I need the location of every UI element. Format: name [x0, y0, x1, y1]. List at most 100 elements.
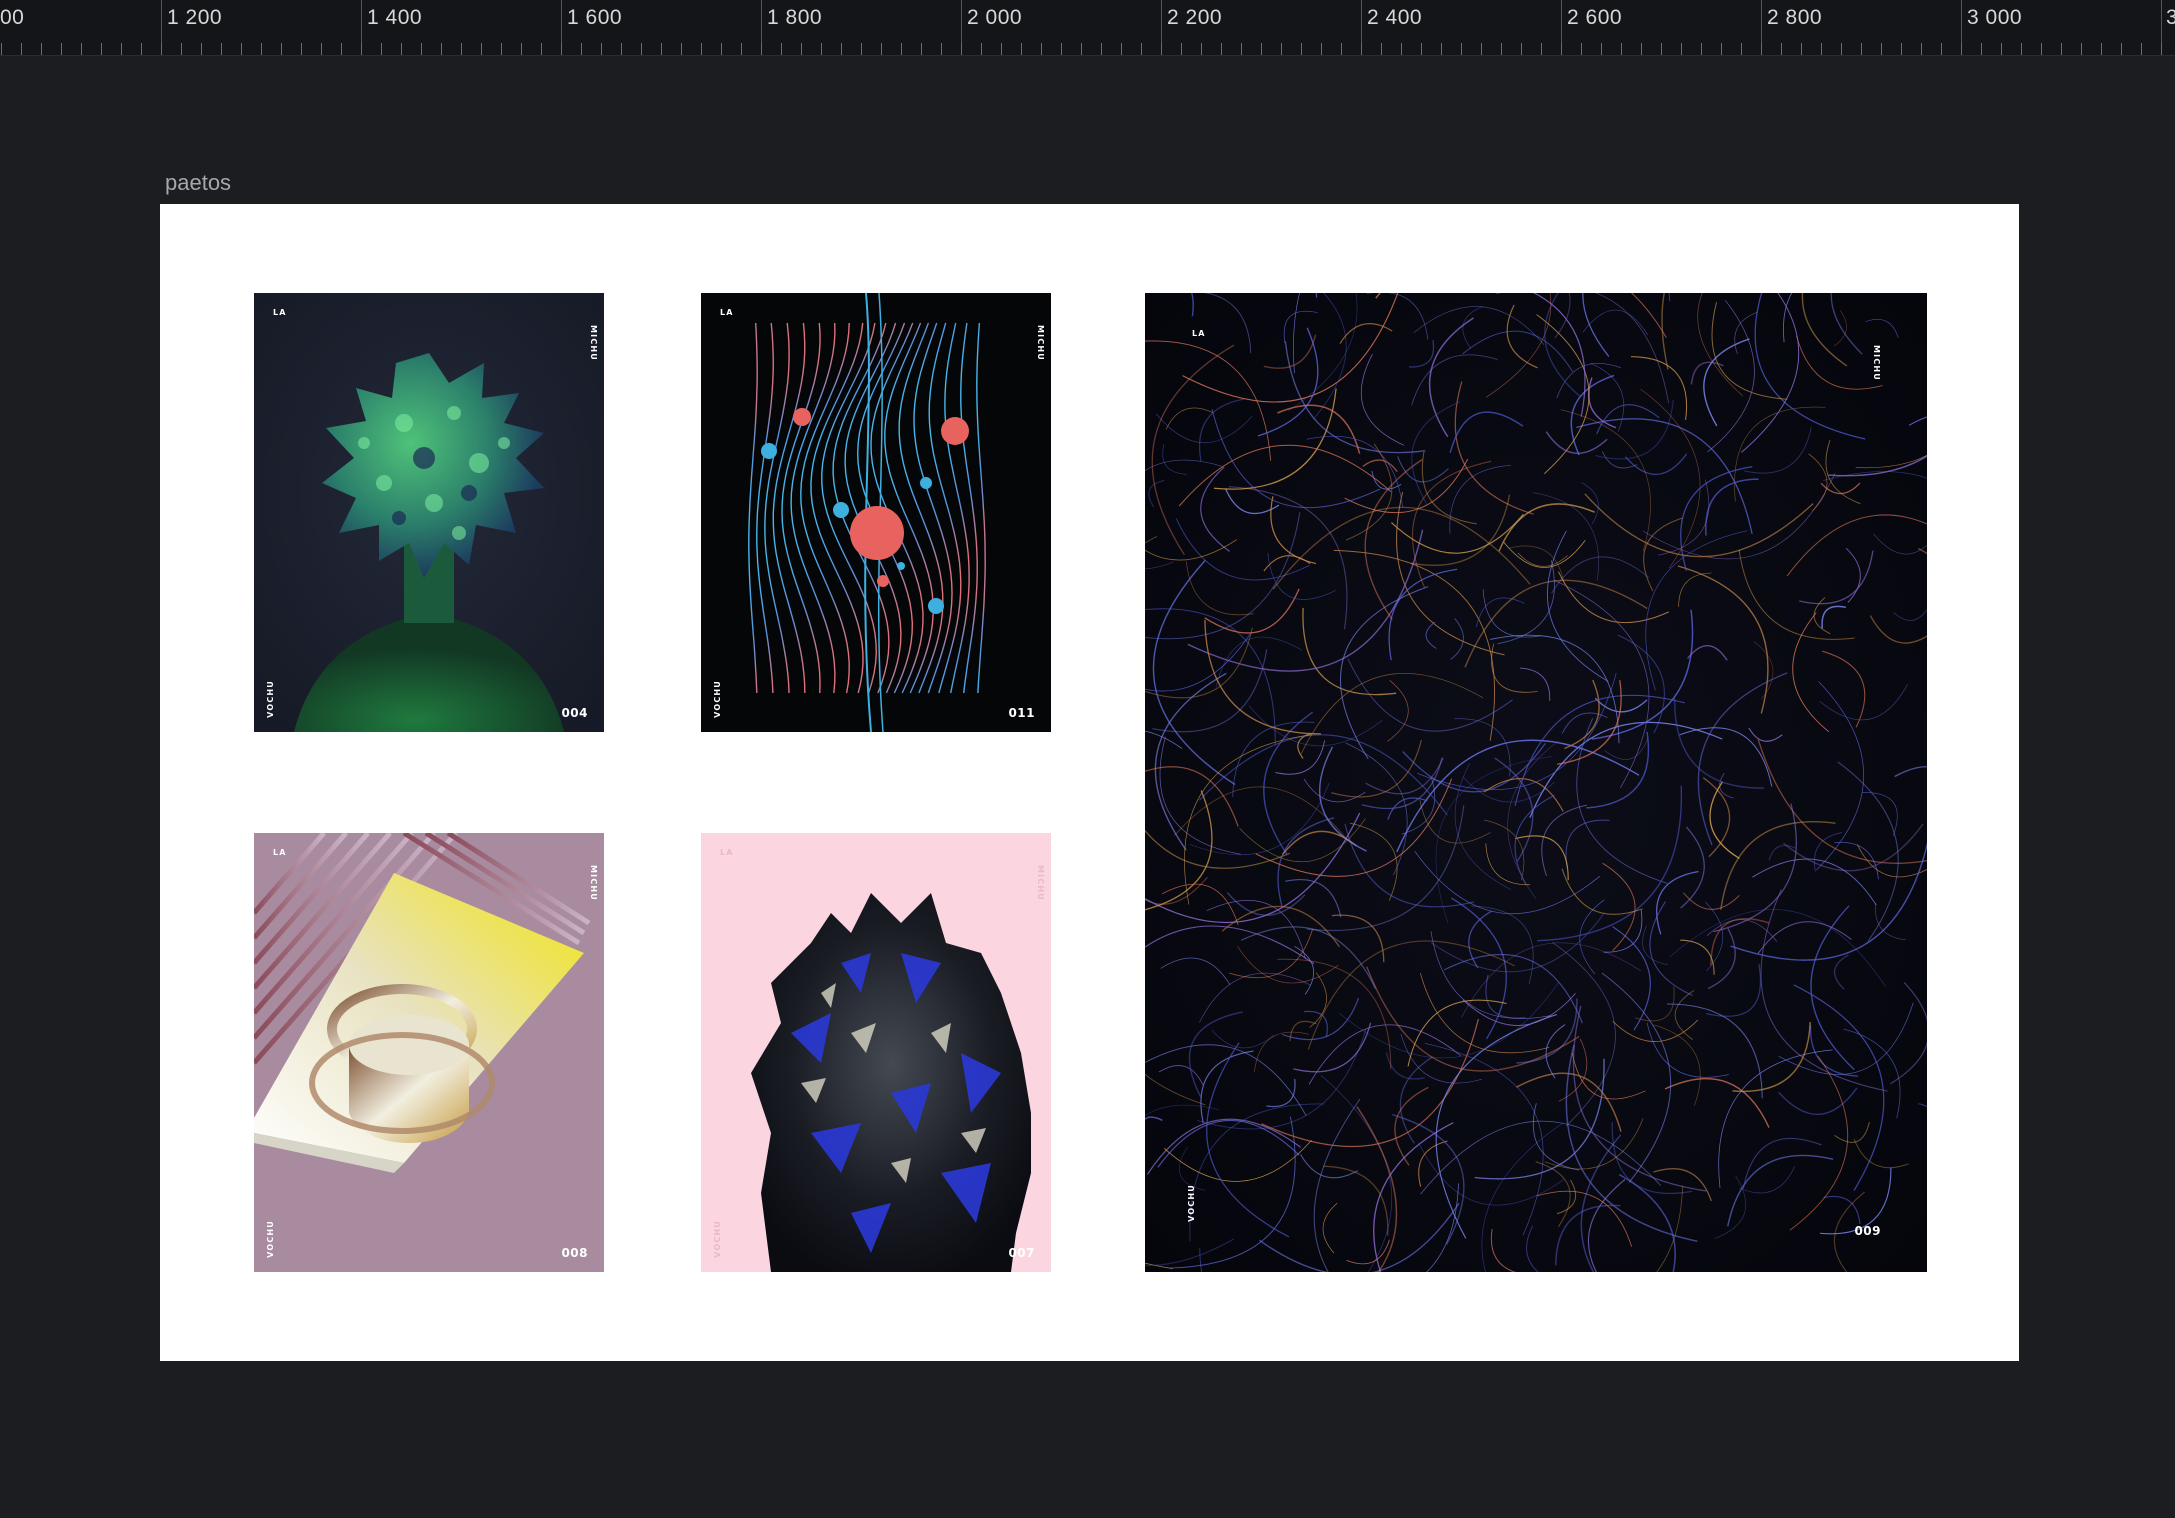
ruler-minor-tick [1921, 43, 1922, 55]
ruler-minor-tick [1661, 43, 1662, 55]
ruler-minor-tick [961, 43, 962, 55]
ruler-minor-tick [1361, 43, 1362, 55]
ruler-minor-tick [1021, 43, 1022, 55]
ruler-minor-tick [2021, 43, 2022, 55]
ruler-minor-tick [1481, 43, 1482, 55]
ruler-minor-tick [521, 43, 522, 55]
ruler-minor-tick [681, 43, 682, 55]
ruler-minor-tick [1101, 43, 1102, 55]
ruler-minor-tick [1801, 43, 1802, 55]
horizontal-ruler[interactable]: 00 1 200 1 400 1 600 1 800 2 000 2 200 2… [0, 0, 2175, 56]
ruler-minor-tick [2001, 43, 2002, 55]
ruler-minor-tick [1, 43, 2, 55]
poster-011-artwork [701, 293, 1051, 732]
ruler-minor-tick [581, 43, 582, 55]
ruler-label: 1 600 [567, 6, 623, 29]
ruler-minor-tick [201, 43, 202, 55]
ruler-minor-tick [1121, 43, 1122, 55]
ruler-minor-tick [661, 43, 662, 55]
poster-009-artwork [1145, 293, 1927, 1272]
ruler-minor-tick [1981, 43, 1982, 55]
ruler-minor-tick [41, 43, 42, 55]
ruler-minor-tick [1441, 43, 1442, 55]
ruler-minor-tick [1061, 43, 1062, 55]
ruler-minor-tick [1041, 43, 1042, 55]
ruler-minor-tick [1721, 43, 1722, 55]
ruler-minor-tick [101, 43, 102, 55]
ruler-minor-tick [2081, 43, 2082, 55]
ruler-minor-tick [481, 43, 482, 55]
ruler-minor-tick [401, 43, 402, 55]
poster-number: 011 [1008, 706, 1035, 720]
ruler-minor-tick [981, 43, 982, 55]
ruler-minor-tick [561, 43, 562, 55]
poster-008-artwork [254, 833, 604, 1272]
ruler-label: 2 000 [967, 6, 1023, 29]
ruler-minor-tick [1541, 43, 1542, 55]
ruler-minor-tick [81, 43, 82, 55]
poster-008[interactable]: LA MICHU VOCHU 008 [254, 833, 604, 1272]
ruler-label: 2 200 [1167, 6, 1223, 29]
ruler-minor-tick [1161, 43, 1162, 55]
ruler-minor-tick [2101, 43, 2102, 55]
ruler-minor-tick [741, 43, 742, 55]
frame-name-label[interactable]: paetos [165, 170, 231, 196]
poster-tag-la: LA [720, 308, 734, 317]
ruler-minor-tick [1581, 43, 1582, 55]
ruler-minor-tick [821, 43, 822, 55]
ruler-minor-tick [721, 43, 722, 55]
ruler-minor-tick [141, 43, 142, 55]
poster-tag-michu: MICHU [589, 325, 598, 361]
poster-number: 004 [561, 706, 588, 720]
ruler-label: 3 000 [1967, 6, 2023, 29]
ruler-minor-tick [641, 43, 642, 55]
poster-004[interactable]: LA MICHU VOCHU 004 [254, 293, 604, 732]
ruler-minor-tick [1601, 43, 1602, 55]
ruler-minor-tick [801, 43, 802, 55]
ruler-minor-tick [1681, 43, 1682, 55]
ruler-minor-tick [181, 43, 182, 55]
ruler-minor-tick [1341, 43, 1342, 55]
ruler-minor-tick [121, 43, 122, 55]
ruler-minor-tick [1261, 43, 1262, 55]
poster-009[interactable]: LA MICHU VOCHU 009 [1145, 293, 1927, 1272]
ruler-minor-tick [761, 43, 762, 55]
ruler-minor-tick [1701, 43, 1702, 55]
poster-007-artwork [701, 833, 1051, 1272]
ruler-minor-tick [621, 43, 622, 55]
ruler-minor-tick [21, 43, 22, 55]
poster-011[interactable]: LA MICHU VOCHU 011 [701, 293, 1051, 732]
ruler-minor-tick [361, 43, 362, 55]
ruler-minor-tick [1861, 43, 1862, 55]
ruler-minor-tick [781, 43, 782, 55]
ruler-minor-tick [1741, 43, 1742, 55]
ruler-minor-tick [221, 43, 222, 55]
ruler-minor-tick [941, 43, 942, 55]
ruler-minor-tick [501, 43, 502, 55]
ruler-minor-tick [1321, 43, 1322, 55]
poster-tag-la: LA [1192, 329, 1206, 338]
poster-number: 008 [561, 1246, 588, 1260]
ruler-minor-tick [1181, 43, 1182, 55]
ruler-minor-tick [1621, 43, 1622, 55]
poster-tag-michu: MICHU [589, 865, 598, 901]
ruler-minor-tick [1381, 43, 1382, 55]
ruler-minor-tick [321, 43, 322, 55]
poster-007[interactable]: LA MICHU VOCHU 007 [701, 833, 1051, 1272]
ruler-minor-tick [281, 43, 282, 55]
ruler-minor-tick [841, 43, 842, 55]
ruler-minor-tick [1961, 43, 1962, 55]
ruler-label: 2 600 [1567, 6, 1623, 29]
artboard[interactable]: LA MICHU VOCHU 004 LA MICHU VOCHU 011 LA… [160, 204, 2019, 1361]
ruler-minor-tick [61, 43, 62, 55]
ruler-minor-tick [901, 43, 902, 55]
ruler-minor-tick [1081, 43, 1082, 55]
ruler-label: 00 [0, 6, 25, 29]
ruler-minor-tick [2141, 43, 2142, 55]
poster-tag-vochu: VOCHU [1187, 1184, 1196, 1222]
poster-tag-la: LA [273, 848, 287, 857]
ruler-minor-tick [441, 43, 442, 55]
ruler-minor-tick [421, 43, 422, 55]
ruler-minor-tick [161, 43, 162, 55]
ruler-minor-tick [1501, 43, 1502, 55]
